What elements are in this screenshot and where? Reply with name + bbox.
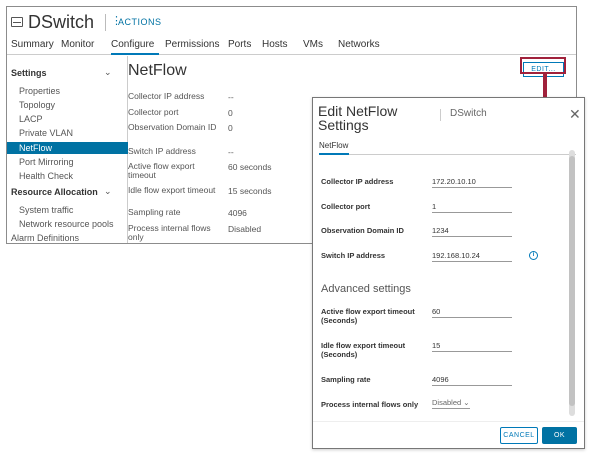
dialog-tab-bar	[319, 154, 576, 155]
prop-label: Active flow export timeout	[128, 161, 195, 180]
chevron-down-icon[interactable]: ⌄	[104, 67, 112, 78]
prop-label: Collector port	[128, 107, 179, 117]
process-internal-flows-value: Disabled	[432, 398, 462, 407]
collector-ip-field[interactable]: 172.20.10.10	[432, 177, 512, 188]
prop-value: 60 seconds	[228, 162, 272, 172]
cancel-button[interactable]: CANCEL	[500, 427, 538, 444]
tab-permissions[interactable]: Permissions	[165, 39, 219, 50]
sidebar-item-port-mirroring[interactable]: Port Mirroring	[19, 157, 74, 167]
tab-networks[interactable]: Networks	[338, 39, 380, 50]
idle-timeout-label: Idle flow export timeout (Seconds)	[321, 341, 406, 359]
dialog-title-separator	[440, 109, 441, 121]
sidebar-resource-header[interactable]: Resource Allocation	[11, 187, 98, 197]
actions-menu[interactable]: ACTIONS	[118, 17, 162, 27]
prop-label: Idle flow export timeout	[128, 185, 216, 195]
active-tab-indicator	[111, 53, 159, 55]
collector-port-label: Collector port	[321, 202, 371, 211]
process-internal-flows-label: Process internal flows only	[321, 400, 419, 409]
prop-value: 15 seconds	[228, 186, 272, 196]
observation-domain-field[interactable]: 1234	[432, 226, 512, 237]
info-icon[interactable]: i	[529, 251, 538, 260]
collector-ip-label: Collector IP address	[321, 177, 394, 186]
prop-value: 4096	[228, 208, 247, 218]
sidebar-item-health-check[interactable]: Health Check	[19, 171, 73, 181]
tab-hosts[interactable]: Hosts	[262, 39, 288, 50]
collector-port-field[interactable]: 1	[432, 202, 512, 213]
tab-monitor[interactable]: Monitor	[61, 39, 94, 50]
chevron-down-icon: ⌄	[463, 398, 470, 407]
sidebar-item-topology[interactable]: Topology	[19, 100, 55, 110]
sampling-rate-label: Sampling rate	[321, 375, 371, 384]
sidebar-item-properties[interactable]: Properties	[19, 86, 60, 96]
observation-domain-label: Observation Domain ID	[321, 226, 404, 235]
sidebar-item-system-traffic[interactable]: System traffic	[19, 205, 73, 215]
tab-bar: Summary Monitor Configure Permissions Po…	[7, 37, 576, 55]
scroll-thumb[interactable]	[569, 156, 575, 406]
switch-ip-field[interactable]: 192.168.10.24	[432, 251, 512, 262]
tab-vms[interactable]: VMs	[303, 39, 323, 50]
switch-ip-label: Switch IP address	[321, 251, 386, 260]
tab-configure[interactable]: Configure	[111, 39, 154, 50]
prop-value: --	[228, 147, 234, 157]
sidebar-item-private-vlan[interactable]: Private VLAN	[19, 128, 73, 138]
switch-icon	[11, 17, 23, 27]
netflow-title: NetFlow	[128, 62, 187, 79]
config-sidebar: Settings ⌄ Properties Topology LACP Priv…	[7, 56, 128, 243]
ok-button[interactable]: OK	[542, 427, 577, 444]
edit-netflow-dialog: Edit NetFlow Settings DSwitch ✕ NetFlow …	[312, 97, 585, 449]
active-timeout-label: Active flow export timeout (Seconds)	[321, 307, 415, 325]
close-icon[interactable]: ✕	[569, 107, 581, 121]
active-timeout-field[interactable]: 60	[432, 307, 512, 318]
process-internal-flows-select[interactable]: Disabled ⌄	[432, 398, 470, 409]
scrollbar[interactable]	[569, 150, 575, 416]
prop-value: 0	[228, 108, 233, 118]
title-row: DSwitch ⋮ ACTIONS	[7, 7, 576, 37]
prop-value: 0	[228, 123, 233, 133]
active-tab-indicator	[319, 153, 349, 155]
advanced-settings-header: Advanced settings	[321, 283, 411, 295]
prop-label: Observation Domain ID	[128, 122, 217, 132]
title-separator	[105, 14, 106, 31]
page-title: DSwitch	[28, 12, 95, 32]
sidebar-settings-header[interactable]: Settings	[11, 68, 47, 78]
chevron-down-icon[interactable]: ⌄	[104, 186, 112, 197]
idle-timeout-field[interactable]: 15	[432, 341, 512, 352]
dialog-footer-divider	[313, 421, 584, 422]
tab-summary[interactable]: Summary	[11, 39, 54, 50]
dialog-subtitle: DSwitch	[450, 108, 487, 119]
sampling-rate-field[interactable]: 4096	[432, 375, 512, 386]
dialog-title: Edit NetFlow Settings	[318, 103, 398, 133]
tab-ports[interactable]: Ports	[228, 39, 251, 50]
sidebar-item-network-resource-pools[interactable]: Network resource pools	[19, 219, 114, 229]
sidebar-item-netflow[interactable]: NetFlow	[7, 142, 128, 154]
prop-label: Switch IP address	[128, 146, 196, 156]
prop-label: Process internal flows only	[128, 223, 211, 242]
prop-value: --	[228, 92, 234, 102]
prop-value: Disabled	[228, 224, 262, 234]
tab-netflow[interactable]: NetFlow	[319, 141, 348, 150]
sidebar-item-alarm-definitions[interactable]: Alarm Definitions	[11, 233, 79, 243]
sidebar-item-lacp[interactable]: LACP	[19, 114, 43, 124]
prop-label: Sampling rate	[128, 207, 181, 217]
prop-label: Collector IP address	[128, 91, 205, 101]
